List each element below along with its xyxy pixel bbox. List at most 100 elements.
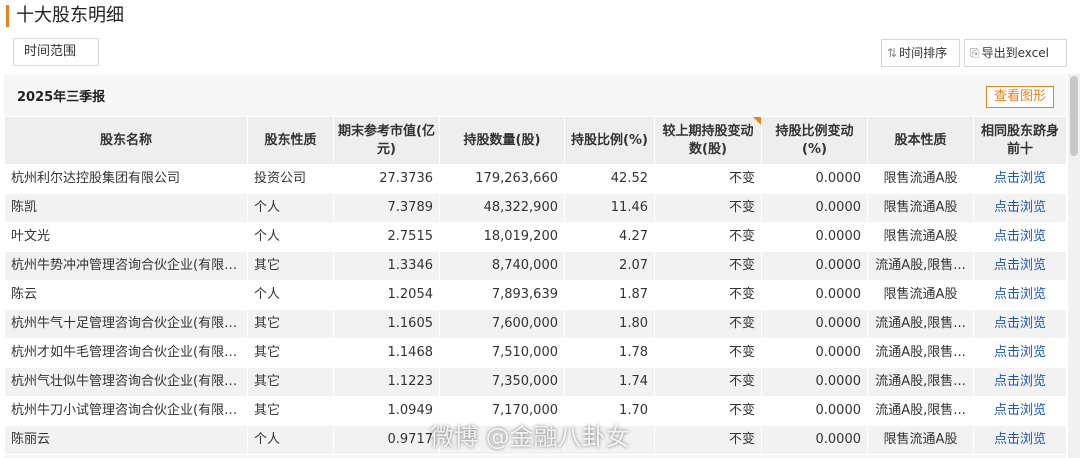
holder-type-cell: 个人: [247, 425, 334, 455]
browse-link[interactable]: 点击浏览: [973, 309, 1067, 339]
table-header-row: 股东名称 股东性质 期末参考市值(亿元) 持股数量(股) 持股比例(%) 较上期…: [4, 116, 1067, 165]
holder-name-cell: 杭州气壮似牛管理咨询合伙企业(有限合...: [4, 367, 248, 397]
market-value-cell: 1.0949: [333, 396, 440, 426]
holder-name-cell: 杭州牛势冲冲管理咨询合伙企业(有限合...: [4, 251, 248, 281]
share-nature-cell: 限售流通A股: [867, 222, 974, 252]
vertical-scrollbar[interactable]: [1068, 74, 1080, 458]
browse-link[interactable]: 点击浏览: [973, 251, 1067, 281]
ratio-cell: 2.07: [564, 251, 655, 281]
column-header-change-label: 较上期持股变动数(股): [662, 123, 754, 157]
holder-type-cell: 个人: [247, 280, 334, 310]
holder-name-cell: 杭州才如牛毛管理咨询合伙企业(有限合...: [4, 338, 248, 368]
ratio-change-cell: 0.0000: [761, 396, 868, 426]
change-cell: 不变: [654, 425, 762, 455]
share-nature-cell: 限售流通A股: [867, 280, 974, 310]
share-nature-cell: 流通A股,限售...: [867, 367, 974, 397]
column-header-same-holder: 相同股东跻身前十: [973, 116, 1067, 165]
column-header-nature: 股本性质: [867, 116, 974, 165]
browse-link[interactable]: 点击浏览: [973, 396, 1067, 426]
view-chart-button[interactable]: 查看图形: [986, 86, 1054, 108]
browse-link[interactable]: 点击浏览: [973, 425, 1067, 455]
holder-type-cell: 其它: [247, 338, 334, 368]
ratio-change-cell: 0.0000: [761, 193, 868, 223]
market-value-cell: 1.1468: [333, 338, 440, 368]
top-ten-holders-table: 股东名称 股东性质 期末参考市值(亿元) 持股数量(股) 持股比例(%) 较上期…: [4, 116, 1067, 455]
market-value-cell: 1.1605: [333, 309, 440, 339]
share-nature-cell: 流通A股,限售...: [867, 251, 974, 281]
table-row: 杭州牛气十足管理咨询合伙企业(有限合... 其它 1.1605 7,600,000 1.…: [4, 309, 1067, 339]
browse-link[interactable]: 点击浏览: [973, 367, 1067, 397]
shares-cell: 8,740,000: [439, 251, 565, 281]
ratio-change-cell: 0.0000: [761, 164, 868, 194]
column-header-ratio: 持股比例(%): [564, 116, 655, 165]
time-range-button[interactable]: 时间范围: [13, 38, 99, 66]
column-header-ratio-change: 持股比例变动(%): [761, 116, 868, 165]
column-header-name: 股东名称: [4, 116, 248, 165]
export-excel-label: 导出到excel: [981, 46, 1049, 60]
holder-type-cell: 个人: [247, 193, 334, 223]
holder-type-cell: 其它: [247, 396, 334, 426]
export-excel-button[interactable]: ⎘ 导出到excel: [964, 39, 1067, 67]
browse-link[interactable]: 点击浏览: [973, 193, 1067, 223]
shares-cell: 7,600,000: [439, 309, 565, 339]
column-header-value: 期末参考市值(亿元): [333, 116, 440, 165]
corner-marker-icon: [753, 117, 761, 125]
holder-type-cell: 其它: [247, 309, 334, 339]
title-bar: 十大股东明细: [0, 0, 1080, 34]
change-cell: 不变: [654, 222, 762, 252]
ratio-change-cell: 0.0000: [761, 367, 868, 397]
table-row: 杭州利尔达控股集团有限公司 投资公司 27.3736 179,263,660 42.52…: [4, 164, 1067, 194]
holder-type-cell: 其它: [247, 251, 334, 281]
browse-link[interactable]: 点击浏览: [973, 280, 1067, 310]
table-row: 陈云 个人 1.2054 7,893,639 1.87 不变 0.0000 限售流通A股 点击浏…: [4, 280, 1067, 310]
holder-name-cell: 杭州利尔达控股集团有限公司: [4, 164, 248, 194]
change-cell: 不变: [654, 280, 762, 310]
ratio-cell: 4.27: [564, 222, 655, 252]
browse-link[interactable]: 点击浏览: [973, 164, 1067, 194]
holder-name-cell: 陈凯: [4, 193, 248, 223]
market-value-cell: 1.1223: [333, 367, 440, 397]
title-accent-bar: [6, 5, 9, 27]
ratio-change-cell: 0.0000: [761, 309, 868, 339]
table-row: 陈凯 个人 7.3789 48,322,900 11.46 不变 0.0000 限售流通A股点…: [4, 193, 1067, 223]
holder-name-cell: 杭州牛刀小试管理咨询合伙企业(有限合...: [4, 396, 248, 426]
ratio-cell: 1.80: [564, 309, 655, 339]
column-header-shares: 持股数量(股): [439, 116, 565, 165]
ratio-change-cell: 0.0000: [761, 425, 868, 455]
table-row: 叶文光 个人 2.7515 18,019,200 4.27 不变 0.0000 限售流通A股点…: [4, 222, 1067, 252]
change-cell: 不变: [654, 367, 762, 397]
market-value-cell: 7.3789: [333, 193, 440, 223]
holder-name-cell: 陈云: [4, 280, 248, 310]
export-icon: ⎘: [970, 46, 980, 60]
market-value-cell: 1.2054: [333, 280, 440, 310]
shares-cell: 18,019,200: [439, 222, 565, 252]
ratio-cell: 1.78: [564, 338, 655, 368]
column-header-change: 较上期持股变动数(股): [654, 116, 762, 165]
page-title: 十大股东明细: [16, 5, 124, 26]
share-nature-cell: 限售流通A股: [867, 425, 974, 455]
browse-link[interactable]: 点击浏览: [973, 222, 1067, 252]
table-row: 杭州牛势冲冲管理咨询合伙企业(有限合... 其它 1.3346 8,740,000 2.…: [4, 251, 1067, 281]
shares-cell: 179,263,660: [439, 164, 565, 194]
share-nature-cell: 限售流通A股: [867, 164, 974, 194]
table-row: 杭州才如牛毛管理咨询合伙企业(有限合... 其它 1.1468 7,510,000 1.…: [4, 338, 1067, 368]
scrollbar-thumb[interactable]: [1070, 76, 1078, 156]
holder-name-cell: 陈丽云: [4, 425, 248, 455]
share-nature-cell: 限售流通A股: [867, 193, 974, 223]
change-cell: 不变: [654, 193, 762, 223]
time-sort-button[interactable]: ⇅ 时间排序: [881, 39, 960, 67]
ratio-cell: 1.87: [564, 280, 655, 310]
market-value-cell: 0.9717: [333, 425, 440, 455]
shares-cell: 7,350,000: [439, 367, 565, 397]
ratio-change-cell: 0.0000: [761, 222, 868, 252]
ratio-cell: 11.46: [564, 193, 655, 223]
change-cell: 不变: [654, 164, 762, 194]
change-cell: 不变: [654, 396, 762, 426]
share-nature-cell: 流通A股,限售...: [867, 338, 974, 368]
shares-cell: 7,893,639: [439, 280, 565, 310]
browse-link[interactable]: 点击浏览: [973, 338, 1067, 368]
market-value-cell: 2.7515: [333, 222, 440, 252]
share-nature-cell: 流通A股,限售...: [867, 309, 974, 339]
ratio-change-cell: 0.0000: [761, 338, 868, 368]
ratio-cell: 1.74: [564, 367, 655, 397]
